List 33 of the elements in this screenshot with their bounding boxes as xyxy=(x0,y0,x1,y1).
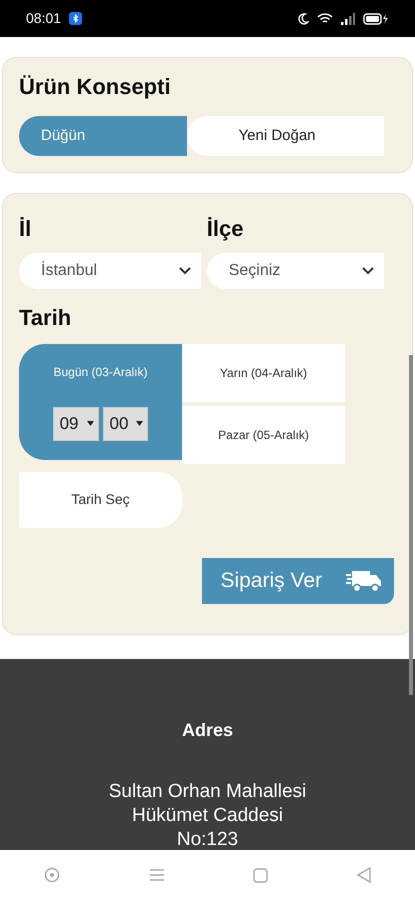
caret-icon xyxy=(136,421,144,426)
date-option[interactable]: Yarın (04-Aralık) xyxy=(182,344,345,402)
select-field[interactable]: Seçiniz xyxy=(206,253,384,290)
select-field[interactable]: İstanbul xyxy=(19,253,201,290)
assistant-icon[interactable] xyxy=(44,867,60,883)
home-icon[interactable] xyxy=(253,868,268,882)
chevron-icon xyxy=(178,267,191,276)
concept-tab[interactable]: Yeni Doğan xyxy=(186,116,384,156)
signal-icon xyxy=(341,12,355,24)
date-option[interactable]: Bugün (03-Aralık) 09 00 xyxy=(19,344,182,460)
address-line: No:123 xyxy=(176,828,240,850)
section-title: Ürün Konsepti xyxy=(19,74,172,100)
section-title: Tarih xyxy=(19,305,72,332)
status-time: 08:01 xyxy=(26,9,62,28)
time-select[interactable]: 00 xyxy=(102,406,148,441)
time-select[interactable]: 09 xyxy=(52,406,98,441)
chevron-icon xyxy=(362,267,374,276)
concept-tab[interactable]: Düğün xyxy=(19,116,186,156)
caret-icon xyxy=(86,421,94,426)
menu-icon[interactable] xyxy=(148,868,165,882)
battery-icon xyxy=(363,12,389,24)
notification-icon xyxy=(69,12,82,25)
address-line: Sultan Orhan Mahallesi xyxy=(108,780,308,804)
order-button[interactable]: Sipariş Ver xyxy=(202,558,394,604)
field-label: İlçe xyxy=(206,215,244,244)
back-icon[interactable] xyxy=(356,867,371,883)
moon-icon xyxy=(298,12,309,24)
wifi-icon xyxy=(317,12,333,24)
field-label: İl xyxy=(19,215,32,244)
address-line: Hükümet Caddesi xyxy=(130,804,284,828)
date-option[interactable]: Pazar (05-Aralık) xyxy=(182,406,345,464)
footer-title: Adres xyxy=(180,718,234,742)
pick-date-button[interactable]: Tarih Seç xyxy=(19,472,182,528)
